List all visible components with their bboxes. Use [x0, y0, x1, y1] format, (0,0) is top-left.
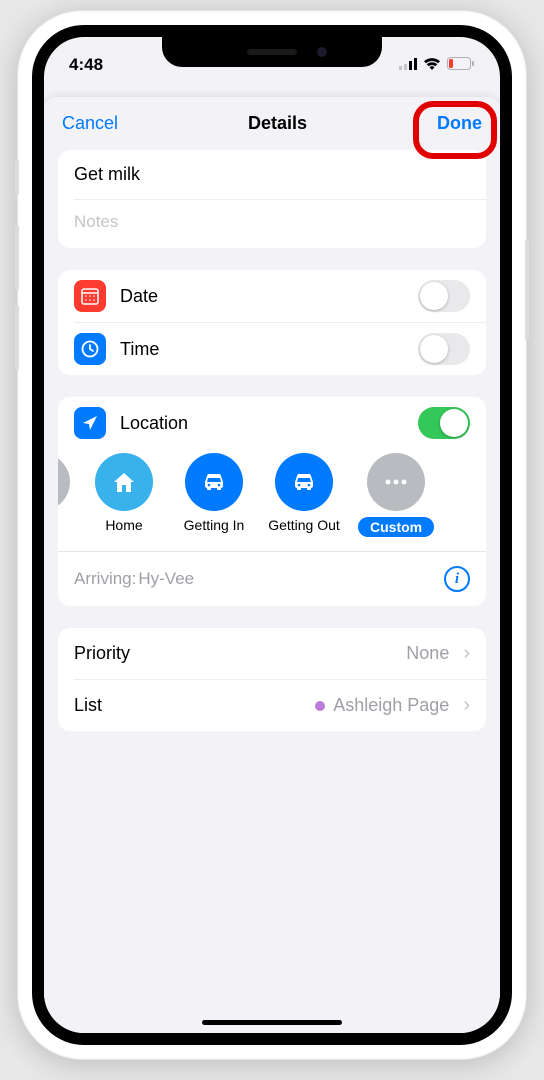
clock-icon — [74, 333, 106, 365]
location-chip-home[interactable]: Home — [88, 453, 160, 537]
location-chip-custom[interactable]: Custom — [358, 453, 434, 537]
cellular-icon — [399, 55, 417, 75]
chevron-right-icon: › — [463, 694, 470, 717]
notch — [162, 37, 382, 67]
time-row[interactable]: Time — [58, 323, 486, 375]
priority-row[interactable]: Priority None › — [58, 628, 486, 679]
location-arrow-icon — [74, 407, 106, 439]
done-button[interactable]: Done — [437, 113, 482, 134]
reminder-title-field[interactable]: Get milk — [58, 150, 486, 199]
location-toggle[interactable] — [418, 407, 470, 439]
list-label: List — [74, 695, 102, 716]
location-group: Location ent Home — [58, 397, 486, 606]
location-row[interactable]: Location — [58, 397, 486, 449]
car-icon — [275, 453, 333, 511]
time-label: Time — [120, 339, 159, 360]
nav-bar: Cancel Details Done — [44, 97, 500, 150]
location-chip-getting-in[interactable]: Getting In — [178, 453, 250, 537]
date-label: Date — [120, 286, 158, 307]
location-chips-row: ent Home Getting In — [58, 449, 486, 551]
cancel-button[interactable]: Cancel — [62, 113, 118, 134]
date-row[interactable]: Date — [58, 270, 486, 322]
notes-field[interactable]: Notes — [58, 200, 486, 248]
title-group: Get milk Notes — [58, 150, 486, 248]
home-indicator[interactable] — [202, 1020, 342, 1025]
arriving-place: Hy-Vee — [138, 569, 194, 589]
date-toggle[interactable] — [418, 280, 470, 312]
list-row[interactable]: List Ashleigh Page › — [58, 680, 486, 731]
location-chip-current[interactable]: ent — [58, 453, 70, 537]
chevron-right-icon: › — [463, 642, 470, 665]
details-modal: Cancel Details Done Get milk Notes D — [44, 97, 500, 1033]
wifi-icon — [423, 55, 441, 75]
arriving-label: Arriving: — [74, 569, 136, 589]
list-value: Ashleigh Page — [333, 695, 449, 716]
status-time: 4:48 — [69, 55, 103, 75]
arriving-row[interactable]: Arriving: Hy-Vee i — [58, 552, 486, 606]
location-label: Location — [120, 413, 188, 434]
location-chip-getting-out[interactable]: Getting Out — [268, 453, 340, 537]
priority-value: None — [406, 643, 449, 664]
battery-icon — [447, 55, 475, 75]
car-icon — [185, 453, 243, 511]
ellipsis-icon — [367, 453, 425, 511]
time-toggle[interactable] — [418, 333, 470, 365]
house-icon — [95, 453, 153, 511]
priority-label: Priority — [74, 643, 130, 664]
calendar-icon — [74, 280, 106, 312]
meta-group: Priority None › List Ashleigh Page › — [58, 628, 486, 731]
page-title: Details — [248, 113, 307, 134]
datetime-group: Date Time — [58, 270, 486, 375]
list-color-dot — [315, 701, 325, 711]
info-icon[interactable]: i — [444, 566, 470, 592]
